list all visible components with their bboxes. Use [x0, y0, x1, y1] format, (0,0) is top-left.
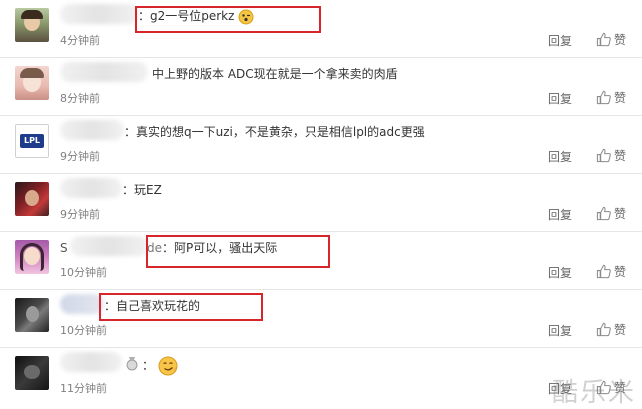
thumbs-up-icon: [596, 32, 611, 46]
highlight-box: [99, 293, 263, 321]
highlight-box: [135, 6, 321, 33]
comment-time: 10分钟前: [60, 266, 107, 279]
comment-time: 11分钟前: [60, 382, 107, 395]
thumbs-up-icon: [596, 148, 611, 162]
avatar[interactable]: [15, 298, 49, 332]
avatar[interactable]: [15, 356, 49, 390]
comment-item: ： 11分钟前 回复 赞: [0, 348, 642, 406]
username-blurred[interactable]: [60, 294, 104, 314]
reply-button[interactable]: 回复: [548, 206, 572, 223]
comment-time: 8分钟前: [60, 92, 100, 105]
reply-button[interactable]: 回复: [548, 32, 572, 49]
like-label: 赞: [614, 32, 627, 47]
thumbs-up-icon: [596, 206, 611, 220]
avatar[interactable]: [15, 240, 49, 274]
like-label: 赞: [614, 90, 627, 105]
username-blurred[interactable]: [60, 352, 122, 372]
username-blurred[interactable]: [60, 120, 124, 140]
avatar[interactable]: LPL: [15, 124, 49, 158]
reply-button[interactable]: 回复: [548, 90, 572, 107]
comment-item: LPL ：真实的想q一下uzi，不是黄杂，只是相信lpl的adc更强 9分钟前 …: [0, 116, 642, 174]
like-button[interactable]: 赞: [596, 30, 626, 48]
like-button[interactable]: 赞: [596, 204, 626, 222]
comment-time: 10分钟前: [60, 324, 107, 337]
comment-text: ：真实的想q一下uzi，不是黄杂，只是相信lpl的adc更强: [124, 125, 425, 139]
like-button[interactable]: 赞: [596, 320, 626, 338]
like-label: 赞: [614, 206, 627, 221]
reply-button[interactable]: 回复: [548, 322, 572, 339]
comment-item: ：玩EZ 9分钟前 回复 赞: [0, 174, 642, 232]
reply-button[interactable]: 回复: [548, 264, 572, 281]
comment-text: 中上野的版本 ADC现在就是一个拿来卖的肉盾: [152, 67, 398, 81]
avatar[interactable]: [15, 182, 49, 216]
like-label: 赞: [614, 148, 627, 163]
username-blurred[interactable]: [60, 62, 148, 82]
thumbs-up-icon: [596, 322, 611, 336]
medal-icon: [126, 357, 138, 371]
like-button[interactable]: 赞: [596, 262, 626, 280]
like-label: 赞: [614, 264, 627, 279]
comment-item: S de ：阿P可以，骚出天际 10分钟前 回复 赞: [0, 232, 642, 290]
thumbs-up-icon: [596, 264, 611, 278]
smirk-emoji-icon: [158, 356, 178, 376]
reply-button[interactable]: 回复: [548, 148, 572, 165]
like-button[interactable]: 赞: [596, 88, 626, 106]
username-blurred[interactable]: [60, 178, 122, 198]
thumbs-up-icon: [596, 90, 611, 104]
avatar[interactable]: [15, 66, 49, 100]
comment-item: ：g2一号位perkz 4分钟前 回复 赞: [0, 0, 642, 58]
watermark: 酷乐米: [551, 378, 636, 408]
comment-time: 9分钟前: [60, 208, 100, 221]
comment-time: 9分钟前: [60, 150, 100, 163]
comment-text: ：: [142, 356, 178, 376]
avatar[interactable]: [15, 8, 49, 42]
username-blurred[interactable]: [70, 236, 148, 256]
comment-text: ：玩EZ: [122, 183, 162, 197]
highlight-box: [146, 235, 330, 268]
comment-item: 中上野的版本 ADC现在就是一个拿来卖的肉盾 8分钟前 回复 赞: [0, 58, 642, 116]
username-fragment[interactable]: S: [60, 240, 68, 256]
comment-item: ：自己喜欢玩花的 10分钟前 回复 赞: [0, 290, 642, 348]
comment-time: 4分钟前: [60, 34, 100, 47]
username-blurred[interactable]: [60, 4, 138, 24]
like-button[interactable]: 赞: [596, 146, 626, 164]
like-label: 赞: [614, 322, 627, 337]
lpl-logo: LPL: [20, 134, 44, 148]
